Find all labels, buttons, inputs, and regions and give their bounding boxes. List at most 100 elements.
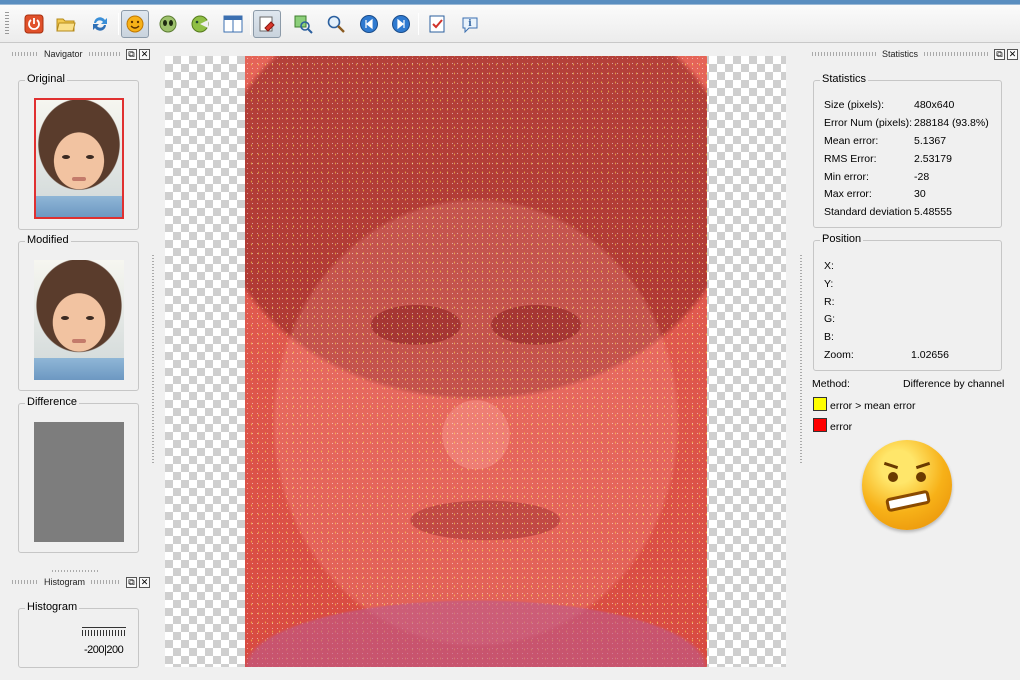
stat-value: 480x640 [914, 99, 955, 111]
image-canvas[interactable] [165, 56, 786, 667]
stat-label: Error Num (pixels): [824, 117, 913, 129]
info-icon: i [462, 17, 478, 34]
position-y-label: Y: [824, 278, 834, 290]
toolbar-grip[interactable] [5, 12, 9, 36]
position-group-label: Position [820, 233, 864, 245]
statistics-title: Statistics [882, 49, 919, 59]
checklist-icon [429, 15, 445, 33]
legend-swatch-red [813, 418, 827, 432]
float-button[interactable]: ⧉ [126, 48, 137, 60]
original-label: Original [25, 73, 67, 85]
result-grimace-icon [862, 440, 952, 530]
close-icon[interactable]: ✕ [139, 48, 150, 60]
navigator-dock-titlebar[interactable]: Navigator ⧉ ✕ [8, 47, 150, 61]
pacman-icon [191, 15, 209, 33]
histogram-axis-label: -200|200 [84, 644, 124, 656]
zoom-icon [327, 15, 345, 33]
stat-label: Max error: [824, 188, 872, 200]
histogram-group-label: Histogram [25, 601, 80, 613]
zoom-value: 1.02656 [911, 349, 949, 361]
alien-icon [159, 15, 177, 33]
stat-label: Mean error: [824, 135, 879, 147]
first-button[interactable] [355, 10, 383, 38]
stat-value: 5.48555 [914, 206, 952, 218]
position-b-label: B: [824, 331, 834, 343]
compare-button[interactable] [289, 10, 317, 38]
dock-grip [12, 580, 38, 584]
main-toolbar: i [0, 5, 1020, 43]
navigator-title: Navigator [44, 49, 83, 59]
first-icon [360, 15, 378, 33]
statistics-dock-titlebar[interactable]: Statistics ⧉ ✕ [808, 47, 1019, 61]
toolbar-separator [250, 13, 251, 35]
modified-thumbnail[interactable] [34, 260, 124, 380]
histogram-bars [82, 630, 126, 636]
position-x-label: X: [824, 260, 834, 272]
refresh-icon [93, 17, 107, 31]
statistics-group-label: Statistics [820, 73, 869, 85]
right-splitter[interactable] [800, 255, 802, 465]
window-split-icon [223, 15, 243, 33]
histogram-dock-titlebar[interactable]: Histogram ⧉ ✕ [8, 575, 150, 589]
difference-label: Difference [25, 396, 79, 408]
legend-mean-error-text: error > mean error [830, 400, 916, 412]
pacman-button[interactable] [186, 10, 214, 38]
smiley-mode-button[interactable] [121, 10, 149, 38]
original-group: Original [18, 73, 139, 230]
toolbar-separator [118, 13, 119, 35]
zoom-button[interactable] [322, 10, 350, 38]
open-folder-icon [56, 18, 76, 32]
smiley-icon [126, 15, 144, 33]
legend-error-text: error [830, 421, 853, 433]
dock-grip [88, 52, 120, 56]
stat-value: 30 [914, 188, 926, 200]
position-r-label: R: [824, 296, 835, 308]
method-label: Method: [812, 378, 850, 390]
difference-image[interactable] [245, 56, 707, 667]
exit-button[interactable] [20, 10, 48, 38]
legend-swatch-yellow [813, 397, 827, 411]
refresh-button[interactable] [86, 10, 114, 38]
power-icon [24, 14, 44, 34]
split-view-button[interactable] [219, 10, 247, 38]
next-button[interactable] [387, 10, 415, 38]
difference-thumbnail[interactable] [34, 422, 124, 542]
diff-mode-button[interactable] [253, 10, 281, 38]
stat-value: 2.53179 [914, 153, 952, 165]
next-icon [392, 15, 410, 33]
float-button[interactable]: ⧉ [994, 48, 1006, 60]
close-icon[interactable]: ✕ [1007, 48, 1019, 60]
stat-label: Min error: [824, 171, 869, 183]
svg-text:i: i [468, 19, 472, 29]
original-thumbnail[interactable] [34, 98, 124, 219]
dock-grip [812, 52, 876, 56]
position-g-label: G: [824, 313, 836, 325]
modified-group: Modified [18, 234, 139, 391]
open-button[interactable] [52, 10, 80, 38]
image-shirt-region [245, 563, 707, 667]
search-image-icon [294, 15, 313, 34]
zoom-label: Zoom: [824, 349, 854, 361]
about-button[interactable]: i [456, 10, 484, 38]
difference-group: Difference [18, 396, 139, 553]
close-icon[interactable]: ✕ [139, 576, 150, 588]
modified-label: Modified [25, 234, 71, 246]
alien-button[interactable] [154, 10, 182, 38]
toolbar-separator [418, 13, 419, 35]
histogram-title: Histogram [44, 577, 86, 587]
eraser-icon [259, 16, 275, 32]
dock-grip [12, 52, 38, 56]
stat-label: Standard deviation [824, 206, 912, 218]
method-value[interactable]: Difference by channel [903, 378, 1004, 390]
dock-grip [91, 580, 120, 584]
float-button[interactable]: ⧉ [126, 576, 137, 588]
stat-label: Size (pixels): [824, 99, 885, 111]
splitter-handle[interactable] [52, 570, 98, 572]
checklist-button[interactable] [423, 10, 451, 38]
stat-value: -28 [914, 171, 930, 183]
stat-value: 5.1367 [914, 135, 947, 147]
left-splitter[interactable] [152, 255, 154, 465]
stat-value: 288184 (93.8%) [914, 117, 989, 129]
stat-label: RMS Error: [824, 153, 877, 165]
dock-grip [924, 52, 989, 56]
